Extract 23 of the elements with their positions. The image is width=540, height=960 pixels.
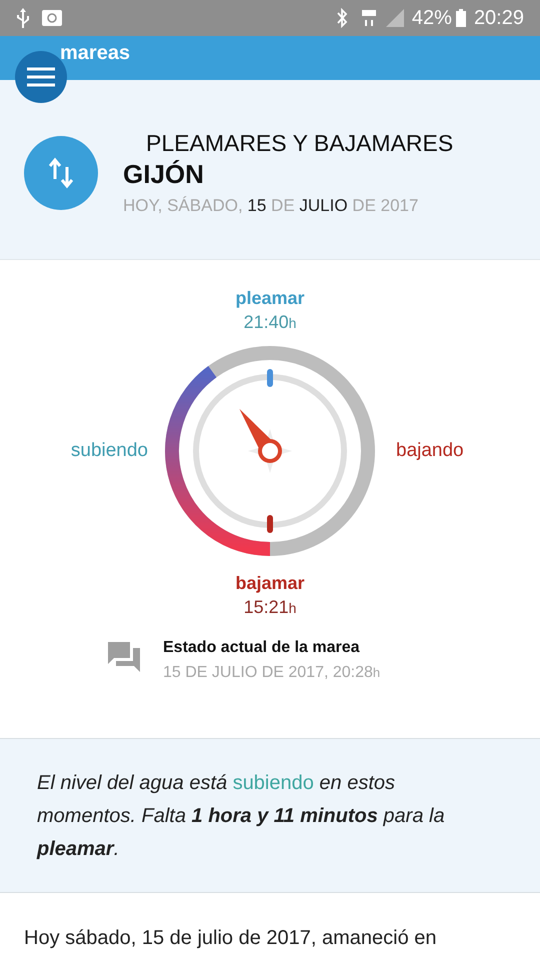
battery-percentage: 42% — [412, 6, 452, 31]
clock: 20:29 — [474, 6, 524, 31]
status-timestamp: 15 DE JULIO DE 2017, 20:28h — [163, 663, 380, 683]
chat-icon — [108, 642, 140, 672]
summary-text: El nivel del agua está subiendo en estos momentos. Falta 1 hora y 11 minutos para la pleamar. — [37, 771, 446, 862]
falling-label: bajando — [395, 438, 465, 463]
low-tide-time: 15:21h — [244, 596, 296, 619]
bluetooth-icon — [336, 8, 348, 28]
usb-icon — [16, 8, 30, 28]
high-tide-label: pleamar — [235, 287, 305, 310]
place-name: GIJÓN — [123, 158, 205, 190]
date-text: HOY, SÁBADO, 15 DE JULIO DE 2017 — [123, 194, 420, 216]
rising-label: subiendo — [70, 438, 149, 463]
signal-icon — [386, 9, 404, 27]
body-text: Hoy sábado, 15 de julio de 2017, amaneció en — [23, 926, 438, 951]
menu-icon — [27, 67, 55, 87]
battery-icon — [456, 9, 466, 27]
low-tide-label: bajamar — [235, 572, 305, 595]
status-title: Estado actual de la marea — [163, 638, 361, 658]
page-title: PLEAMARES Y BAJAMARES — [145, 128, 454, 158]
app-logo: mareas — [60, 41, 130, 66]
up-down-arrows-icon — [49, 156, 73, 188]
high-tide-time: 21:40h — [244, 311, 296, 334]
